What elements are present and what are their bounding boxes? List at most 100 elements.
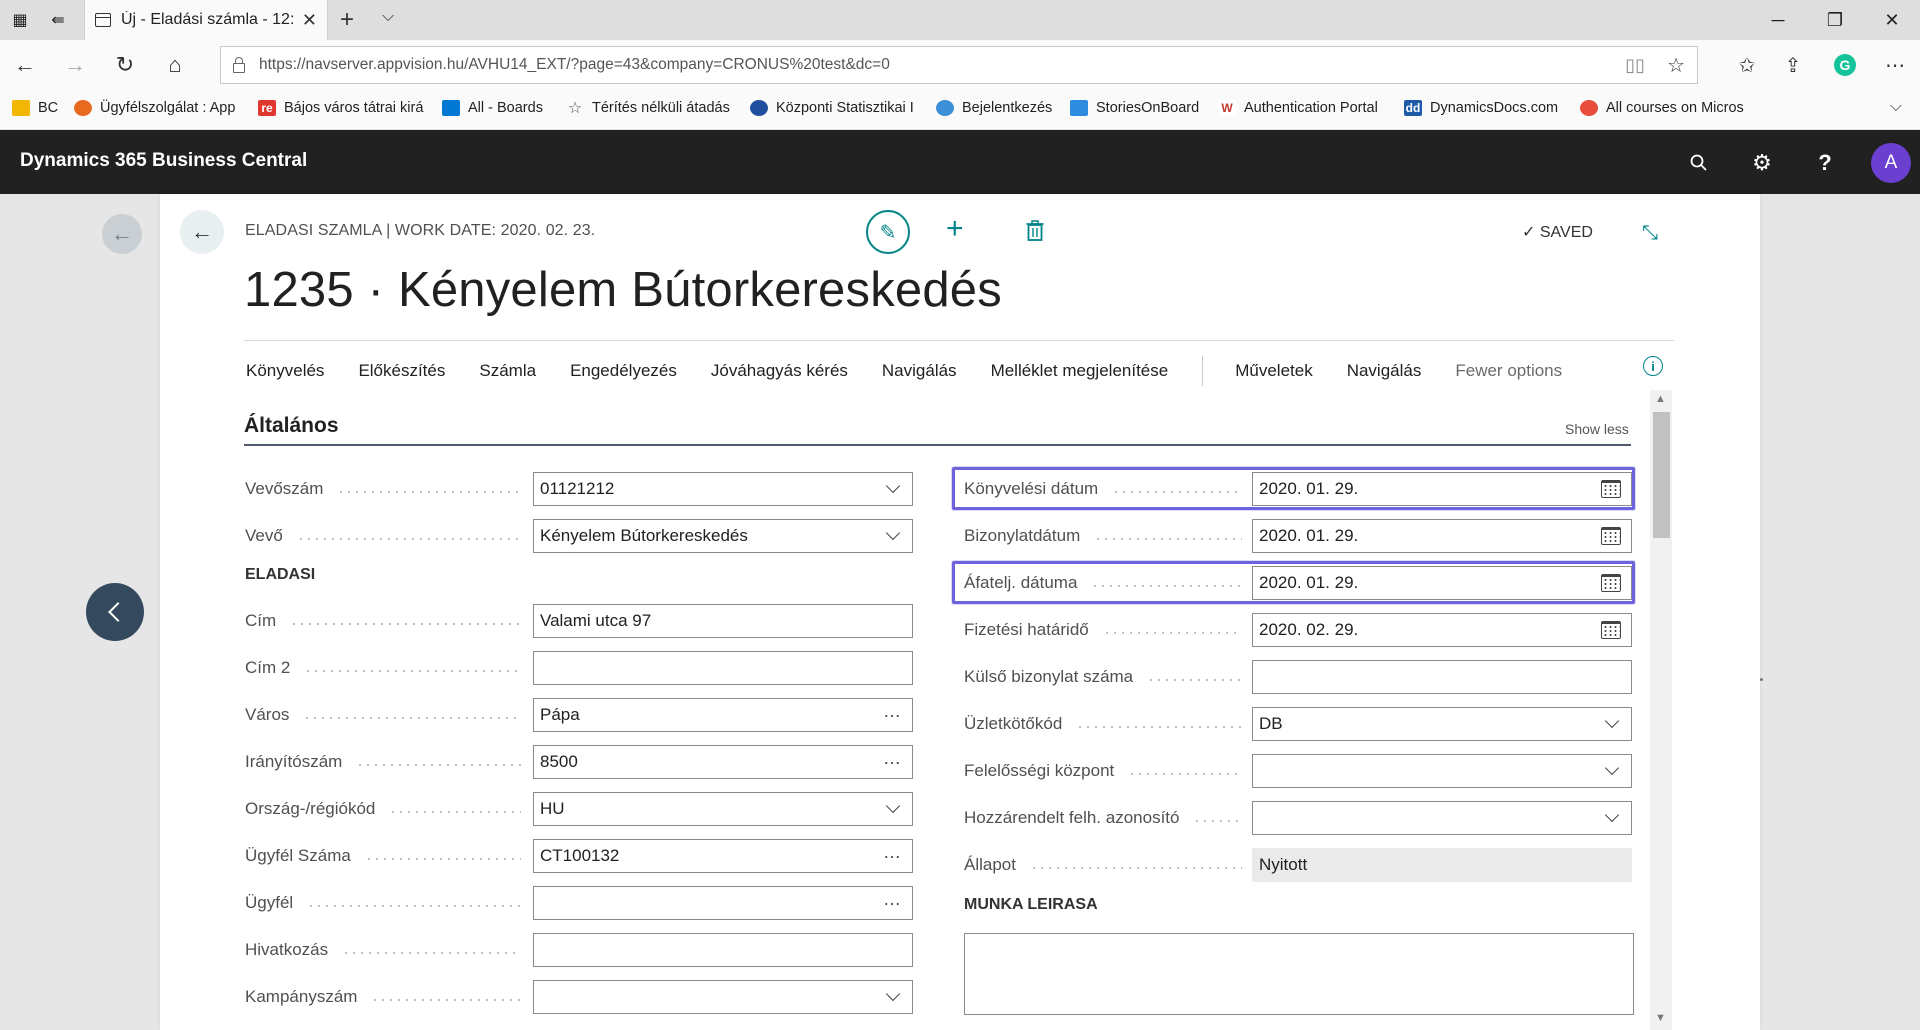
- home-icon[interactable]: ⌂: [160, 52, 190, 78]
- fav-item[interactable]: BC: [12, 100, 58, 116]
- action-elokeszites[interactable]: Előkészítés: [358, 361, 445, 381]
- tab-list-chevron-icon[interactable]: ⌵: [382, 8, 394, 26]
- set-tabs-aside-icon[interactable]: ⇚: [44, 8, 72, 32]
- fav-item[interactable]: Központi Statisztikai I: [750, 100, 914, 116]
- ugyfel-szama-lookup[interactable]: CT100132…: [533, 839, 913, 873]
- calendar-icon[interactable]: [1601, 621, 1621, 639]
- chevron-down-icon[interactable]: [885, 798, 901, 814]
- hivatkozas-input[interactable]: [533, 933, 913, 967]
- field-label: Bizonylatdátum: [964, 519, 1242, 553]
- chevron-down-icon[interactable]: [1604, 760, 1620, 776]
- chevron-down-icon[interactable]: [1604, 807, 1620, 823]
- forward-icon[interactable]: →: [60, 52, 90, 78]
- browser-tab-active[interactable]: Új - Eladási számla - 12: ✕: [84, 0, 328, 40]
- action-muveletek[interactable]: Műveletek: [1235, 361, 1312, 381]
- field-label: Cím 2: [245, 651, 521, 685]
- fav-item[interactable]: dd DynamicsDocs.com: [1404, 100, 1558, 116]
- search-icon[interactable]: [1684, 148, 1714, 178]
- calendar-icon[interactable]: [1601, 527, 1621, 545]
- favorite-star-icon[interactable]: ☆: [1667, 53, 1685, 78]
- vevo-dropdown[interactable]: Kényelem Bútorkereskedés: [533, 519, 913, 553]
- back-button[interactable]: ←: [180, 210, 224, 254]
- url-input[interactable]: https://navserver.appvision.hu/AVHU14_EX…: [220, 46, 1698, 84]
- chevron-down-icon[interactable]: [885, 986, 901, 1002]
- fav-item[interactable]: re Bájos város tátrai kirá: [258, 100, 423, 116]
- munka-leirasa-textarea[interactable]: [964, 933, 1634, 1015]
- section-title[interactable]: Általános: [244, 414, 339, 438]
- scroll-down-icon[interactable]: ▼: [1655, 1012, 1666, 1024]
- previous-record-button[interactable]: [86, 583, 144, 641]
- fav-item[interactable]: Ügyfélszolgálat : App: [74, 100, 235, 116]
- more-icon[interactable]: ⋯: [1880, 52, 1910, 78]
- gear-icon[interactable]: ⚙: [1747, 148, 1777, 178]
- konyvelesi-datum-input[interactable]: 2020. 01. 29.: [1252, 472, 1632, 506]
- fav-item[interactable]: All - Boards: [442, 100, 543, 116]
- favorites-icon[interactable]: ✩: [1732, 52, 1762, 78]
- chevron-down-icon[interactable]: [885, 525, 901, 541]
- action-konyveles[interactable]: Könyvelés: [246, 361, 324, 381]
- close-window-icon[interactable]: ✕: [1872, 6, 1912, 34]
- scroll-up-icon[interactable]: ▲: [1655, 393, 1666, 405]
- action-separator: [1202, 356, 1204, 386]
- action-jovahagyas-keres[interactable]: Jóváhagyás kérés: [711, 361, 848, 381]
- help-icon[interactable]: ?: [1810, 148, 1840, 178]
- new-record-icon[interactable]: +: [946, 214, 964, 244]
- cim2-input[interactable]: [533, 651, 913, 685]
- reading-view-icon[interactable]: ▯▯: [1625, 55, 1645, 76]
- avatar[interactable]: A: [1871, 143, 1911, 183]
- minimize-icon[interactable]: ─: [1758, 6, 1798, 34]
- ellipsis-icon[interactable]: …: [883, 702, 902, 720]
- fav-item[interactable]: All courses on Micros: [1580, 100, 1744, 116]
- fav-item[interactable]: W Authentication Portal: [1218, 100, 1378, 116]
- fav-item[interactable]: StoriesOnBoard: [1070, 100, 1199, 116]
- outer-back-icon[interactable]: ←: [102, 214, 142, 254]
- cim-input[interactable]: Valami utca 97: [533, 604, 913, 638]
- action-navigalas-2[interactable]: Navigálás: [1347, 361, 1422, 381]
- iranyitoszam-lookup[interactable]: 8500…: [533, 745, 913, 779]
- calendar-icon[interactable]: [1601, 574, 1621, 592]
- action-navigalas[interactable]: Navigálás: [882, 361, 957, 381]
- new-tab-icon[interactable]: +: [340, 6, 354, 34]
- ellipsis-icon[interactable]: …: [883, 890, 902, 908]
- grammarly-icon[interactable]: G: [1830, 52, 1860, 78]
- fewer-options-button[interactable]: Fewer options: [1455, 361, 1562, 381]
- edit-button[interactable]: ✎: [866, 210, 910, 254]
- kulso-bizonylat-input[interactable]: [1252, 660, 1632, 694]
- felelossegi-kozpont-dropdown[interactable]: [1252, 754, 1632, 788]
- bizonylatdatum-input[interactable]: 2020. 01. 29.: [1252, 519, 1632, 553]
- chevron-down-icon[interactable]: [1604, 713, 1620, 729]
- collapse-icon[interactable]: ⤡: [1642, 222, 1658, 245]
- delete-icon[interactable]: [1020, 216, 1050, 246]
- ellipsis-icon[interactable]: …: [883, 843, 902, 861]
- afatelj-datuma-input[interactable]: 2020. 01. 29.: [1252, 566, 1632, 600]
- calendar-icon[interactable]: [1601, 480, 1621, 498]
- uzletkotokod-dropdown[interactable]: DB: [1252, 707, 1632, 741]
- fav-item[interactable]: Bejelentkezés: [936, 100, 1052, 116]
- show-less-link[interactable]: Show less: [1565, 421, 1629, 437]
- fizetesi-hatarido-input[interactable]: 2020. 02. 29.: [1252, 613, 1632, 647]
- ellipsis-icon[interactable]: …: [883, 749, 902, 767]
- orszagkod-dropdown[interactable]: HU: [533, 792, 913, 826]
- action-szamla[interactable]: Számla: [479, 361, 536, 381]
- back-icon[interactable]: ←: [10, 52, 40, 78]
- hozzarendelt-felh-dropdown[interactable]: [1252, 801, 1632, 835]
- close-tab-icon[interactable]: ✕: [302, 10, 317, 31]
- restore-icon[interactable]: ❐: [1815, 6, 1855, 34]
- info-icon[interactable]: i: [1643, 356, 1663, 376]
- varos-lookup[interactable]: Pápa…: [533, 698, 913, 732]
- chevron-down-icon[interactable]: ⌵: [1890, 98, 1902, 116]
- action-engedelyezes[interactable]: Engedélyezés: [570, 361, 677, 381]
- refresh-icon[interactable]: ↻: [110, 52, 140, 78]
- share-icon[interactable]: ⇪: [1778, 52, 1808, 78]
- field-label: Könyvelési dátum: [964, 472, 1242, 506]
- group-label-munka-leirasa: MUNKA LEIRASA: [964, 896, 1098, 913]
- action-melleklet[interactable]: Melléklet megjelenítése: [991, 361, 1169, 381]
- chevron-down-icon[interactable]: [885, 478, 901, 494]
- fav-item[interactable]: ☆ Térítés nélküli átadás: [566, 100, 730, 117]
- scrollbar-thumb[interactable]: [1653, 412, 1670, 538]
- vevoszam-dropdown[interactable]: 01121212: [533, 472, 913, 506]
- kampanyszam-dropdown[interactable]: [533, 980, 913, 1014]
- ugyfel-lookup[interactable]: …: [533, 886, 913, 920]
- tab-manager-icon[interactable]: ▦: [6, 8, 34, 32]
- field-label: Üzletkötőkód: [964, 707, 1242, 741]
